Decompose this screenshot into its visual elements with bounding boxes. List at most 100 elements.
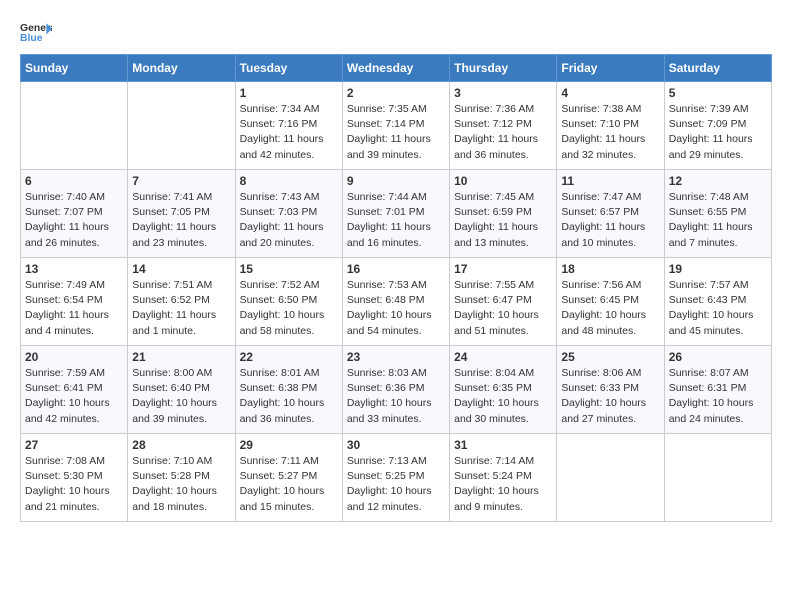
calendar-cell: 3 Sunrise: 7:36 AM Sunset: 7:12 PM Daylig… [450,82,557,170]
day-number: 18 [561,262,659,276]
calendar-cell: 21Sunrise: 8:00 AM Sunset: 6:40 PM Dayli… [128,346,235,434]
day-number: 27 [25,438,123,452]
day-info: Sunrise: 7:10 AM Sunset: 5:28 PM Dayligh… [132,454,230,515]
calendar-cell: 10 Sunrise: 7:45 AM Sunset: 6:59 PM Dayli… [450,170,557,258]
calendar-header-row: SundayMondayTuesdayWednesdayThursdayFrid… [21,55,772,82]
day-number: 25 [561,350,659,364]
logo: GeneralBlue [20,20,52,44]
day-number: 8 [240,174,338,188]
day-header-monday: Monday [128,55,235,82]
day-number: 28 [132,438,230,452]
calendar-week-4: 20 Sunrise: 7:59 AM Sunset: 6:41 PM Dayli… [21,346,772,434]
day-header-sunday: Sunday [21,55,128,82]
calendar-cell: 19Sunrise: 7:57 AM Sunset: 6:43 PM Dayli… [664,258,771,346]
day-header-saturday: Saturday [664,55,771,82]
day-info: Sunrise: 7:08 AM Sunset: 5:30 PM Dayligh… [25,454,123,515]
calendar-cell: 4 Sunrise: 7:38 AM Sunset: 7:10 PM Daylig… [557,82,664,170]
day-number: 19 [669,262,767,276]
calendar-cell: 9 Sunrise: 7:44 AM Sunset: 7:01 PM Daylig… [342,170,449,258]
calendar-cell: 20 Sunrise: 7:59 AM Sunset: 6:41 PM Dayli… [21,346,128,434]
day-number: 7 [132,174,230,188]
day-info: Sunrise: 7:47 AM Sunset: 6:57 PM Dayligh… [561,190,659,251]
day-info: Sunrise: 7:55 AM Sunset: 6:47 PM Dayligh… [454,278,552,339]
calendar-cell: 24 Sunrise: 8:04 AM Sunset: 6:35 PM Dayli… [450,346,557,434]
day-number: 1 [240,86,338,100]
calendar-week-1: 1 Sunrise: 7:34 AM Sunset: 7:16 PM Daylig… [21,82,772,170]
day-number: 2 [347,86,445,100]
day-number: 4 [561,86,659,100]
day-number: 31 [454,438,552,452]
day-header-tuesday: Tuesday [235,55,342,82]
calendar-cell [128,82,235,170]
day-number: 30 [347,438,445,452]
day-info: Sunrise: 8:00 AM Sunset: 6:40 PM Dayligh… [132,366,230,427]
calendar-week-3: 13 Sunrise: 7:49 AM Sunset: 6:54 PM Dayli… [21,258,772,346]
day-number: 9 [347,174,445,188]
day-number: 5 [669,86,767,100]
calendar-cell: 7Sunrise: 7:41 AM Sunset: 7:05 PM Daylig… [128,170,235,258]
calendar-cell: 2 Sunrise: 7:35 AM Sunset: 7:14 PM Daylig… [342,82,449,170]
calendar-cell: 1 Sunrise: 7:34 AM Sunset: 7:16 PM Daylig… [235,82,342,170]
calendar-cell: 30 Sunrise: 7:13 AM Sunset: 5:25 PM Dayli… [342,434,449,522]
day-number: 20 [25,350,123,364]
day-header-friday: Friday [557,55,664,82]
day-number: 6 [25,174,123,188]
day-number: 13 [25,262,123,276]
calendar-week-5: 27 Sunrise: 7:08 AM Sunset: 5:30 PM Dayli… [21,434,772,522]
calendar-cell: 11 Sunrise: 7:47 AM Sunset: 6:57 PM Dayli… [557,170,664,258]
day-header-thursday: Thursday [450,55,557,82]
day-number: 23 [347,350,445,364]
day-info: Sunrise: 8:04 AM Sunset: 6:35 PM Dayligh… [454,366,552,427]
day-info: Sunrise: 7:44 AM Sunset: 7:01 PM Dayligh… [347,190,445,251]
calendar-cell: 14Sunrise: 7:51 AM Sunset: 6:52 PM Dayli… [128,258,235,346]
calendar-cell: 16Sunrise: 7:53 AM Sunset: 6:48 PM Dayli… [342,258,449,346]
calendar-cell: 17 Sunrise: 7:55 AM Sunset: 6:47 PM Dayli… [450,258,557,346]
day-info: Sunrise: 7:14 AM Sunset: 5:24 PM Dayligh… [454,454,552,515]
day-info: Sunrise: 7:59 AM Sunset: 6:41 PM Dayligh… [25,366,123,427]
day-number: 26 [669,350,767,364]
calendar-cell: 23 Sunrise: 8:03 AM Sunset: 6:36 PM Dayli… [342,346,449,434]
day-info: Sunrise: 7:53 AM Sunset: 6:48 PM Dayligh… [347,278,445,339]
calendar-cell: 31 Sunrise: 7:14 AM Sunset: 5:24 PM Dayli… [450,434,557,522]
calendar-cell: 12 Sunrise: 7:48 AM Sunset: 6:55 PM Dayli… [664,170,771,258]
day-number: 22 [240,350,338,364]
day-number: 24 [454,350,552,364]
day-info: Sunrise: 7:49 AM Sunset: 6:54 PM Dayligh… [25,278,123,339]
day-number: 12 [669,174,767,188]
day-number: 29 [240,438,338,452]
day-info: Sunrise: 7:39 AM Sunset: 7:09 PM Dayligh… [669,102,767,163]
day-info: Sunrise: 7:52 AM Sunset: 6:50 PM Dayligh… [240,278,338,339]
calendar-cell: 25Sunrise: 8:06 AM Sunset: 6:33 PM Dayli… [557,346,664,434]
calendar-cell [21,82,128,170]
day-info: Sunrise: 7:48 AM Sunset: 6:55 PM Dayligh… [669,190,767,251]
svg-text:Blue: Blue [20,33,43,44]
calendar-cell: 28 Sunrise: 7:10 AM Sunset: 5:28 PM Dayli… [128,434,235,522]
page-header: GeneralBlue [20,20,772,44]
calendar-cell: 13 Sunrise: 7:49 AM Sunset: 6:54 PM Dayli… [21,258,128,346]
day-info: Sunrise: 8:07 AM Sunset: 6:31 PM Dayligh… [669,366,767,427]
day-number: 10 [454,174,552,188]
day-info: Sunrise: 7:11 AM Sunset: 5:27 PM Dayligh… [240,454,338,515]
day-number: 3 [454,86,552,100]
day-info: Sunrise: 8:01 AM Sunset: 6:38 PM Dayligh… [240,366,338,427]
day-info: Sunrise: 7:38 AM Sunset: 7:10 PM Dayligh… [561,102,659,163]
day-info: Sunrise: 7:35 AM Sunset: 7:14 PM Dayligh… [347,102,445,163]
calendar-week-2: 6 Sunrise: 7:40 AM Sunset: 7:07 PM Daylig… [21,170,772,258]
day-info: Sunrise: 7:13 AM Sunset: 5:25 PM Dayligh… [347,454,445,515]
day-info: Sunrise: 7:43 AM Sunset: 7:03 PM Dayligh… [240,190,338,251]
calendar-cell [557,434,664,522]
calendar-cell: 29 Sunrise: 7:11 AM Sunset: 5:27 PM Dayli… [235,434,342,522]
day-info: Sunrise: 7:34 AM Sunset: 7:16 PM Dayligh… [240,102,338,163]
calendar-cell: 22 Sunrise: 8:01 AM Sunset: 6:38 PM Dayli… [235,346,342,434]
calendar-cell: 18Sunrise: 7:56 AM Sunset: 6:45 PM Dayli… [557,258,664,346]
day-number: 11 [561,174,659,188]
day-info: Sunrise: 7:36 AM Sunset: 7:12 PM Dayligh… [454,102,552,163]
day-info: Sunrise: 7:45 AM Sunset: 6:59 PM Dayligh… [454,190,552,251]
day-info: Sunrise: 7:40 AM Sunset: 7:07 PM Dayligh… [25,190,123,251]
calendar-cell: 5 Sunrise: 7:39 AM Sunset: 7:09 PM Daylig… [664,82,771,170]
day-header-wednesday: Wednesday [342,55,449,82]
day-number: 14 [132,262,230,276]
calendar-cell [664,434,771,522]
day-info: Sunrise: 8:03 AM Sunset: 6:36 PM Dayligh… [347,366,445,427]
day-number: 17 [454,262,552,276]
